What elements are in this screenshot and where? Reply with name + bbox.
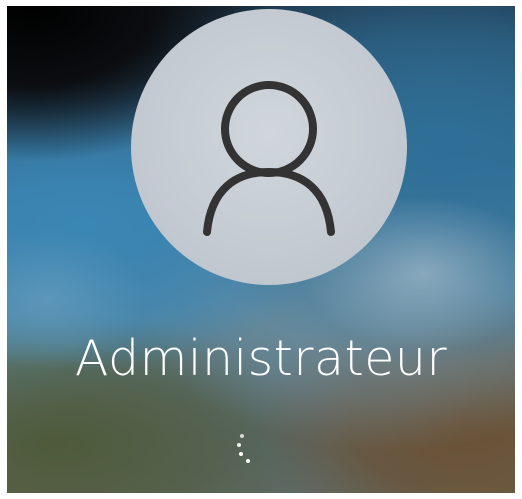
username-label: Administrateur [74,330,448,387]
user-avatar [131,9,407,285]
lock-screen: Administrateur [7,6,515,493]
loading-spinner-icon [237,434,261,474]
user-silhouette-icon [203,81,335,236]
